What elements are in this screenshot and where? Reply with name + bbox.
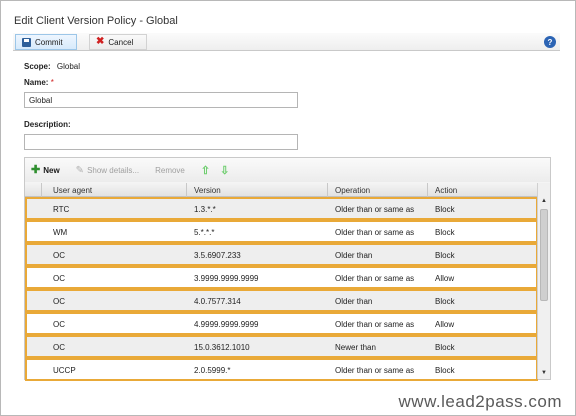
cancel-button[interactable]: ✖ Cancel — [89, 34, 147, 50]
cell-operation: Older than or same as — [335, 228, 415, 237]
cell-action: Block — [435, 366, 455, 375]
cell-user-agent: WM — [53, 228, 68, 237]
description-label-row: Description: — [24, 120, 71, 129]
column-action[interactable]: Action — [435, 186, 457, 195]
column-separator — [186, 183, 187, 197]
scope-row: Scope: Global — [24, 62, 80, 71]
cell-operation: Older than — [335, 251, 373, 260]
version-policy-grid: ✚ New ✎ Show details... Remove ⇧ ⇩ User … — [24, 157, 551, 381]
commit-label: Commit — [35, 37, 63, 47]
table-row[interactable]: OC 15.0.3612.1010 Newer than Block — [25, 335, 538, 358]
remove-label: Remove — [155, 165, 185, 175]
name-label: Name: — [24, 78, 49, 87]
cell-action: Block — [435, 228, 455, 237]
cell-operation: Older than — [335, 297, 373, 306]
new-button[interactable]: ✚ New — [31, 163, 60, 176]
name-label-row: Name: * — [24, 78, 54, 87]
column-version[interactable]: Version — [194, 186, 221, 195]
commit-button[interactable]: Commit — [15, 34, 77, 50]
table-row[interactable]: WM 5.*.*.* Older than or same as Block — [25, 220, 538, 243]
main-toolbar: Commit ✖ Cancel ? — [13, 33, 560, 51]
new-label: New — [43, 165, 60, 175]
cell-version: 15.0.3612.1010 — [194, 343, 250, 352]
description-field[interactable] — [24, 134, 298, 150]
scrollbar-thumb[interactable] — [540, 209, 548, 301]
table-body: RTC 1.3.*.* Older than or same as Block … — [25, 197, 538, 381]
help-icon[interactable]: ? — [544, 36, 556, 48]
column-user-agent[interactable]: User agent — [53, 186, 92, 195]
save-icon — [22, 37, 31, 47]
close-icon: ✖ — [96, 36, 105, 47]
cell-action: Allow — [435, 320, 455, 329]
table-row[interactable]: RTC 1.3.*.* Older than or same as Block — [25, 197, 538, 220]
cell-action: Block — [435, 251, 455, 260]
column-separator — [41, 183, 42, 197]
cell-version: 4.0.7577.314 — [194, 297, 241, 306]
cell-operation: Newer than — [335, 343, 376, 352]
cell-version: 5.*.*.* — [194, 228, 215, 237]
name-field[interactable]: Global — [24, 92, 298, 108]
cell-user-agent: OC — [53, 343, 65, 352]
table-row[interactable]: OC 3.5.6907.233 Older than Block — [25, 243, 538, 266]
cell-user-agent: RTC — [53, 205, 70, 214]
scope-value: Global — [56, 62, 81, 71]
cell-user-agent: OC — [53, 320, 65, 329]
description-label: Description: — [24, 120, 71, 129]
cell-user-agent: OC — [53, 297, 65, 306]
cell-action: Block — [435, 205, 455, 214]
cell-action: Block — [435, 343, 455, 352]
cell-version: 3.5.6907.233 — [194, 251, 241, 260]
vertical-scrollbar[interactable]: ▲ ▼ — [537, 183, 550, 379]
cell-user-agent: OC — [53, 274, 65, 283]
cell-version: 4.9999.9999.9999 — [194, 320, 259, 329]
cell-version: 2.0.5999.* — [194, 366, 231, 375]
cancel-label: Cancel — [108, 37, 134, 47]
cell-user-agent: UCCP — [53, 366, 76, 375]
remove-button[interactable]: Remove — [155, 166, 185, 175]
table-row[interactable]: OC 4.0.7577.314 Older than Block — [25, 289, 538, 312]
window-title: Edit Client Version Policy - Global — [14, 15, 178, 27]
show-details-label: Show details... — [87, 165, 140, 175]
cell-action: Block — [435, 297, 455, 306]
scroll-up-icon[interactable]: ▲ — [538, 195, 550, 207]
cell-operation: Older than or same as — [335, 205, 415, 214]
scroll-down-icon[interactable]: ▼ — [538, 367, 550, 379]
table-row[interactable]: OC 3.9999.9999.9999 Older than or same a… — [25, 266, 538, 289]
cell-operation: Older than or same as — [335, 274, 415, 283]
move-down-icon[interactable]: ⇩ — [220, 164, 229, 177]
show-details-button[interactable]: ✎ Show details... — [76, 165, 139, 176]
plus-icon: ✚ — [31, 163, 41, 176]
cell-operation: Older than or same as — [335, 320, 415, 329]
column-separator — [327, 183, 328, 197]
cell-user-agent: OC — [53, 251, 65, 260]
column-operation[interactable]: Operation — [335, 186, 370, 195]
grid-toolbar: ✚ New ✎ Show details... Remove ⇧ ⇩ — [25, 158, 550, 182]
column-separator — [427, 183, 428, 197]
watermark: www.lead2pass.com — [398, 392, 562, 411]
scope-label: Scope: — [24, 62, 51, 71]
table-row[interactable]: UCCP 2.0.5999.* Older than or same as Bl… — [25, 358, 538, 381]
move-up-icon[interactable]: ⇧ — [201, 164, 210, 177]
table-header: User agent Version Operation Action — [25, 183, 538, 197]
cell-version: 3.9999.9999.9999 — [194, 274, 259, 283]
cell-version: 1.3.*.* — [194, 205, 216, 214]
pencil-icon: ✎ — [75, 164, 85, 176]
cell-action: Allow — [435, 274, 455, 283]
table-row[interactable]: OC 4.9999.9999.9999 Older than or same a… — [25, 312, 538, 335]
required-marker: * — [50, 78, 54, 87]
cell-operation: Older than or same as — [335, 366, 415, 375]
